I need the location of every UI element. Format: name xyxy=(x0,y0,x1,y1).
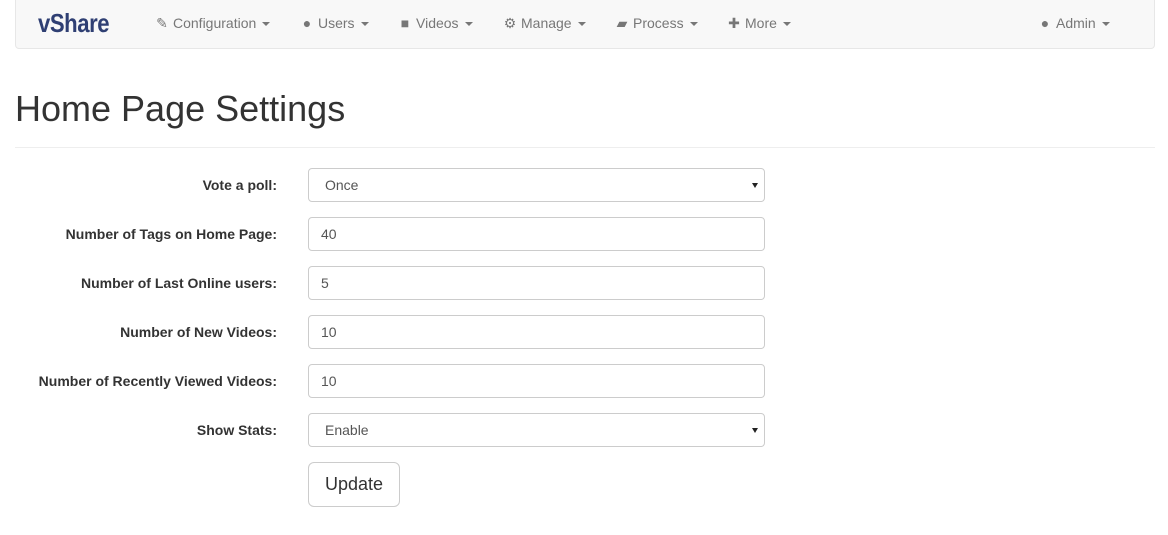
nav-admin[interactable]: ● Admin xyxy=(1038,15,1110,31)
recent-viewed-label: Number of Recently Viewed Videos: xyxy=(38,373,277,389)
user-icon: ● xyxy=(1040,15,1050,31)
caret-down-icon xyxy=(1101,22,1110,27)
recent-viewed-row: Number of Recently Viewed Videos: 10 xyxy=(15,364,765,398)
show-stats-label: Show Stats: xyxy=(196,422,277,438)
vote-poll-label: Vote a poll: xyxy=(202,177,277,193)
new-videos-row: Number of New Videos: 10 xyxy=(15,315,765,349)
num-tags-label: Number of Tags on Home Page: xyxy=(65,226,277,242)
num-tags-input[interactable]: 40 xyxy=(308,217,765,251)
brand-logo[interactable]: vShare xyxy=(38,8,110,39)
navbar: vShare ✎ Configuration ● Users ■ Videos ⚙ Ma… xyxy=(15,0,1155,49)
new-videos-input[interactable]: 10 xyxy=(308,315,765,349)
caret-down-icon xyxy=(464,22,473,27)
nav-manage[interactable]: ⚙ Manage xyxy=(503,15,586,32)
nav-more[interactable]: ✚ More xyxy=(727,15,791,32)
last-online-input[interactable]: 5 xyxy=(308,266,765,300)
wrench-icon: ✎ xyxy=(156,15,168,31)
caret-down-icon xyxy=(360,22,369,27)
vote-poll-select[interactable]: Once xyxy=(308,168,765,202)
plus-icon: ✚ xyxy=(728,15,740,31)
show-stats-row: Show Stats: Enable xyxy=(15,413,765,447)
cog-icon: ⚙ xyxy=(503,15,517,31)
new-videos-label: Number of New Videos: xyxy=(120,324,277,340)
recent-viewed-input[interactable]: 10 xyxy=(308,364,765,398)
folder-open-icon: ▰ xyxy=(616,15,628,31)
nav-users[interactable]: ● Users xyxy=(300,15,369,31)
caret-down-icon xyxy=(262,22,271,27)
page-title: Home Page Settings xyxy=(15,88,346,129)
num-tags-row: Number of Tags on Home Page: 40 xyxy=(15,217,765,251)
caret-down-icon xyxy=(689,22,698,27)
divider xyxy=(15,147,1155,148)
vote-poll-row: Vote a poll: Once xyxy=(15,168,765,202)
caret-down-icon xyxy=(577,22,586,27)
video-camera-icon: ■ xyxy=(400,15,410,31)
user-icon: ● xyxy=(302,15,312,31)
nav-configuration[interactable]: ✎ Configuration xyxy=(155,15,271,32)
last-online-row: Number of Last Online users: 5 xyxy=(15,266,765,300)
last-online-label: Number of Last Online users: xyxy=(80,275,277,291)
show-stats-select[interactable]: Enable xyxy=(308,413,765,447)
nav-process[interactable]: ▰ Process xyxy=(615,15,698,32)
nav-videos[interactable]: ■ Videos xyxy=(398,15,473,31)
update-button[interactable]: Update xyxy=(308,462,400,507)
caret-down-icon xyxy=(782,22,791,27)
